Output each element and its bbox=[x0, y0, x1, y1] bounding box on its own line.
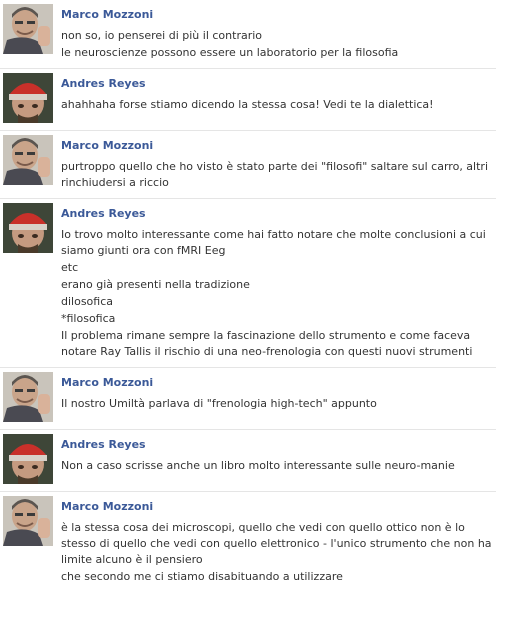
message-text: non so, io penserei di più il contrario bbox=[61, 29, 263, 42]
message-content: Marco Mozzoni Il nostro Umiltà parlava d… bbox=[61, 372, 496, 422]
avatar[interactable] bbox=[3, 434, 53, 484]
message-text: Non a caso scrisse anche un libro molto … bbox=[61, 459, 455, 472]
andres-avatar-icon bbox=[3, 73, 53, 123]
message-item: Marco Mozzoni Il nostro Umiltà parlava d… bbox=[0, 368, 496, 430]
message-text: ahahhaha forse stiamo dicendo la stessa … bbox=[61, 98, 434, 111]
message-content: Marco Mozzoni è la stessa cosa dei micro… bbox=[61, 496, 496, 585]
andres-avatar-icon bbox=[3, 203, 53, 253]
message-item: Marco Mozzoni purtroppo quello che ho vi… bbox=[0, 131, 496, 199]
message-text: le neuroscienze possono essere un labora… bbox=[61, 46, 399, 59]
message-content: Marco Mozzoni purtroppo quello che ho vi… bbox=[61, 135, 496, 191]
message-item: Marco Mozzoni non so, io penserei di più… bbox=[0, 0, 496, 69]
message-content: Andres Reyes ahahhaha forse stiamo dicen… bbox=[61, 73, 496, 123]
message-text: etc bbox=[61, 261, 79, 274]
author-link[interactable]: Marco Mozzoni bbox=[61, 138, 496, 153]
marco-avatar-icon bbox=[3, 4, 53, 54]
author-link[interactable]: Marco Mozzoni bbox=[61, 375, 496, 390]
marco-avatar-icon bbox=[3, 135, 53, 185]
message-text: Il nostro Umiltà parlava di "frenologia … bbox=[61, 397, 377, 410]
author-link[interactable]: Marco Mozzoni bbox=[61, 499, 496, 514]
author-link[interactable]: Marco Mozzoni bbox=[61, 7, 496, 22]
avatar[interactable] bbox=[3, 4, 53, 54]
message-text: Il problema rimane sempre la fascinazion… bbox=[61, 329, 473, 358]
message-item: Andres Reyes Non a caso scrisse anche un… bbox=[0, 430, 496, 492]
message-text: *filosofica bbox=[61, 312, 116, 325]
author-link[interactable]: Andres Reyes bbox=[61, 76, 496, 91]
message-content: Andres Reyes Io trovo molto interessante… bbox=[61, 203, 496, 360]
message-text: erano già presenti nella tradizione bbox=[61, 278, 250, 291]
andres-avatar-icon bbox=[3, 434, 53, 484]
avatar[interactable] bbox=[3, 73, 53, 123]
message-content: Marco Mozzoni non so, io penserei di più… bbox=[61, 4, 496, 61]
avatar[interactable] bbox=[3, 203, 53, 253]
message-item: Marco Mozzoni è la stessa cosa dei micro… bbox=[0, 492, 496, 592]
author-link[interactable]: Andres Reyes bbox=[61, 206, 496, 221]
avatar[interactable] bbox=[3, 372, 53, 422]
message-item: Andres Reyes Io trovo molto interessante… bbox=[0, 199, 496, 368]
marco-avatar-icon bbox=[3, 496, 53, 546]
message-text: purtroppo quello che ho visto è stato pa… bbox=[61, 160, 488, 189]
message-text: Io trovo molto interessante come hai fat… bbox=[61, 228, 486, 257]
author-link[interactable]: Andres Reyes bbox=[61, 437, 496, 452]
avatar[interactable] bbox=[3, 496, 53, 546]
message-text: che secondo me ci stiamo disabituando a … bbox=[61, 570, 343, 583]
avatar[interactable] bbox=[3, 135, 53, 185]
marco-avatar-icon bbox=[3, 372, 53, 422]
message-text: dilosofica bbox=[61, 295, 114, 308]
message-item: Andres Reyes ahahhaha forse stiamo dicen… bbox=[0, 69, 496, 131]
chat-thread: Marco Mozzoni non so, io penserei di più… bbox=[0, 0, 496, 592]
message-text: è la stessa cosa dei microscopi, quello … bbox=[61, 521, 492, 566]
message-content: Andres Reyes Non a caso scrisse anche un… bbox=[61, 434, 496, 484]
